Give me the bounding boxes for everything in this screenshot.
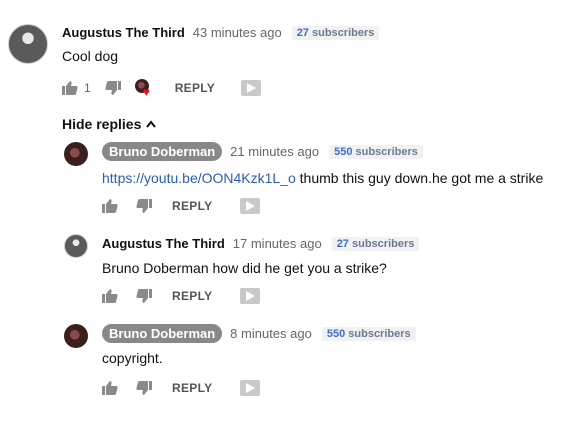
comment-text: copyright. [102, 350, 163, 366]
reply-comment: Augustus The Third 17 minutes ago 27 sub… [0, 228, 579, 318]
thumbs-down-icon[interactable] [136, 199, 152, 213]
thumbs-up-icon[interactable] [102, 199, 118, 213]
comment-header: Augustus The Third 17 minutes ago 27 sub… [102, 236, 420, 251]
author-name-chip[interactable]: Bruno Doberman [102, 324, 223, 343]
subscriber-count: 27 [296, 26, 309, 39]
author-name-chip[interactable]: Bruno Doberman [102, 142, 223, 161]
thumbs-up-icon[interactable] [102, 381, 118, 395]
thumbs-down-icon[interactable] [136, 381, 152, 395]
subscriber-badge: 550 subscribers [321, 326, 416, 341]
comment-header: Bruno Doberman 21 minutes ago 550 subscr… [102, 142, 423, 161]
hide-replies-label: Hide replies [62, 116, 142, 132]
author-avatar[interactable] [8, 24, 48, 64]
reply-button[interactable]: REPLY [172, 199, 212, 213]
subscriber-label: subscribers [348, 327, 411, 340]
comment-text: https://youtu.be/OON4Kzk1L_o thumb this … [102, 170, 543, 186]
flag-icon[interactable] [241, 80, 262, 96]
reply-comment: Bruno Doberman 21 minutes ago 550 subscr… [0, 138, 579, 228]
comment-actions: REPLY [102, 196, 261, 216]
comment-text-body: thumb this guy down.he got me a strike [295, 170, 544, 186]
author-avatar[interactable] [64, 324, 88, 348]
thumbs-up-icon[interactable] [102, 289, 118, 303]
thumbs-down-icon[interactable] [105, 81, 121, 95]
subscriber-badge: 27 subscribers [291, 25, 380, 40]
timestamp[interactable]: 8 minutes ago [230, 326, 312, 341]
author-name[interactable]: Augustus The Third [102, 236, 225, 251]
comment-actions: REPLY [102, 378, 261, 398]
creator-heart: ♥ [134, 79, 153, 99]
video-link[interactable]: https://youtu.be/OON4Kzk1L_o [102, 170, 296, 186]
subscriber-count: 550 [326, 327, 346, 340]
timestamp[interactable]: 17 minutes ago [233, 236, 322, 251]
comment-main: Augustus The Third 43 minutes ago 27 sub… [0, 0, 579, 110]
reply-button[interactable]: REPLY [175, 81, 215, 95]
author-name[interactable]: Augustus The Third [62, 25, 185, 40]
timestamp[interactable]: 21 minutes ago [230, 144, 319, 159]
heart-icon: ♥ [142, 85, 150, 99]
subscriber-badge: 27 subscribers [331, 236, 420, 251]
subscriber-label: subscribers [355, 145, 418, 158]
subscriber-count: 27 [336, 237, 349, 250]
reply-comment: Bruno Doberman 8 minutes ago 550 subscri… [0, 318, 579, 408]
author-avatar[interactable] [64, 234, 88, 258]
comment-actions: REPLY [102, 286, 261, 306]
subscriber-label: subscribers [352, 237, 415, 250]
like-count: 1 [84, 81, 91, 95]
reply-button[interactable]: REPLY [172, 289, 212, 303]
thumbs-up-icon[interactable] [62, 81, 78, 95]
comment-header: Augustus The Third 43 minutes ago 27 sub… [62, 25, 380, 40]
comment-text: Bruno Doberman how did he get you a stri… [102, 260, 387, 276]
subscriber-count: 550 [334, 145, 353, 158]
subscriber-badge: 550 subscribers [329, 144, 423, 159]
comment-actions: 1 ♥ REPLY [62, 78, 262, 99]
subscriber-label: subscribers [312, 26, 375, 39]
timestamp[interactable]: 43 minutes ago [193, 25, 282, 40]
flag-icon[interactable] [240, 288, 261, 304]
chevron-up-icon [146, 120, 157, 128]
flag-icon[interactable] [240, 380, 261, 396]
flag-icon[interactable] [240, 198, 261, 214]
hide-replies-toggle[interactable]: Hide replies [62, 116, 157, 132]
author-avatar[interactable] [64, 142, 88, 166]
comment-text: Cool dog [62, 48, 119, 64]
comment-header: Bruno Doberman 8 minutes ago 550 subscri… [102, 324, 416, 343]
reply-button[interactable]: REPLY [172, 381, 212, 395]
thumbs-down-icon[interactable] [136, 289, 152, 303]
